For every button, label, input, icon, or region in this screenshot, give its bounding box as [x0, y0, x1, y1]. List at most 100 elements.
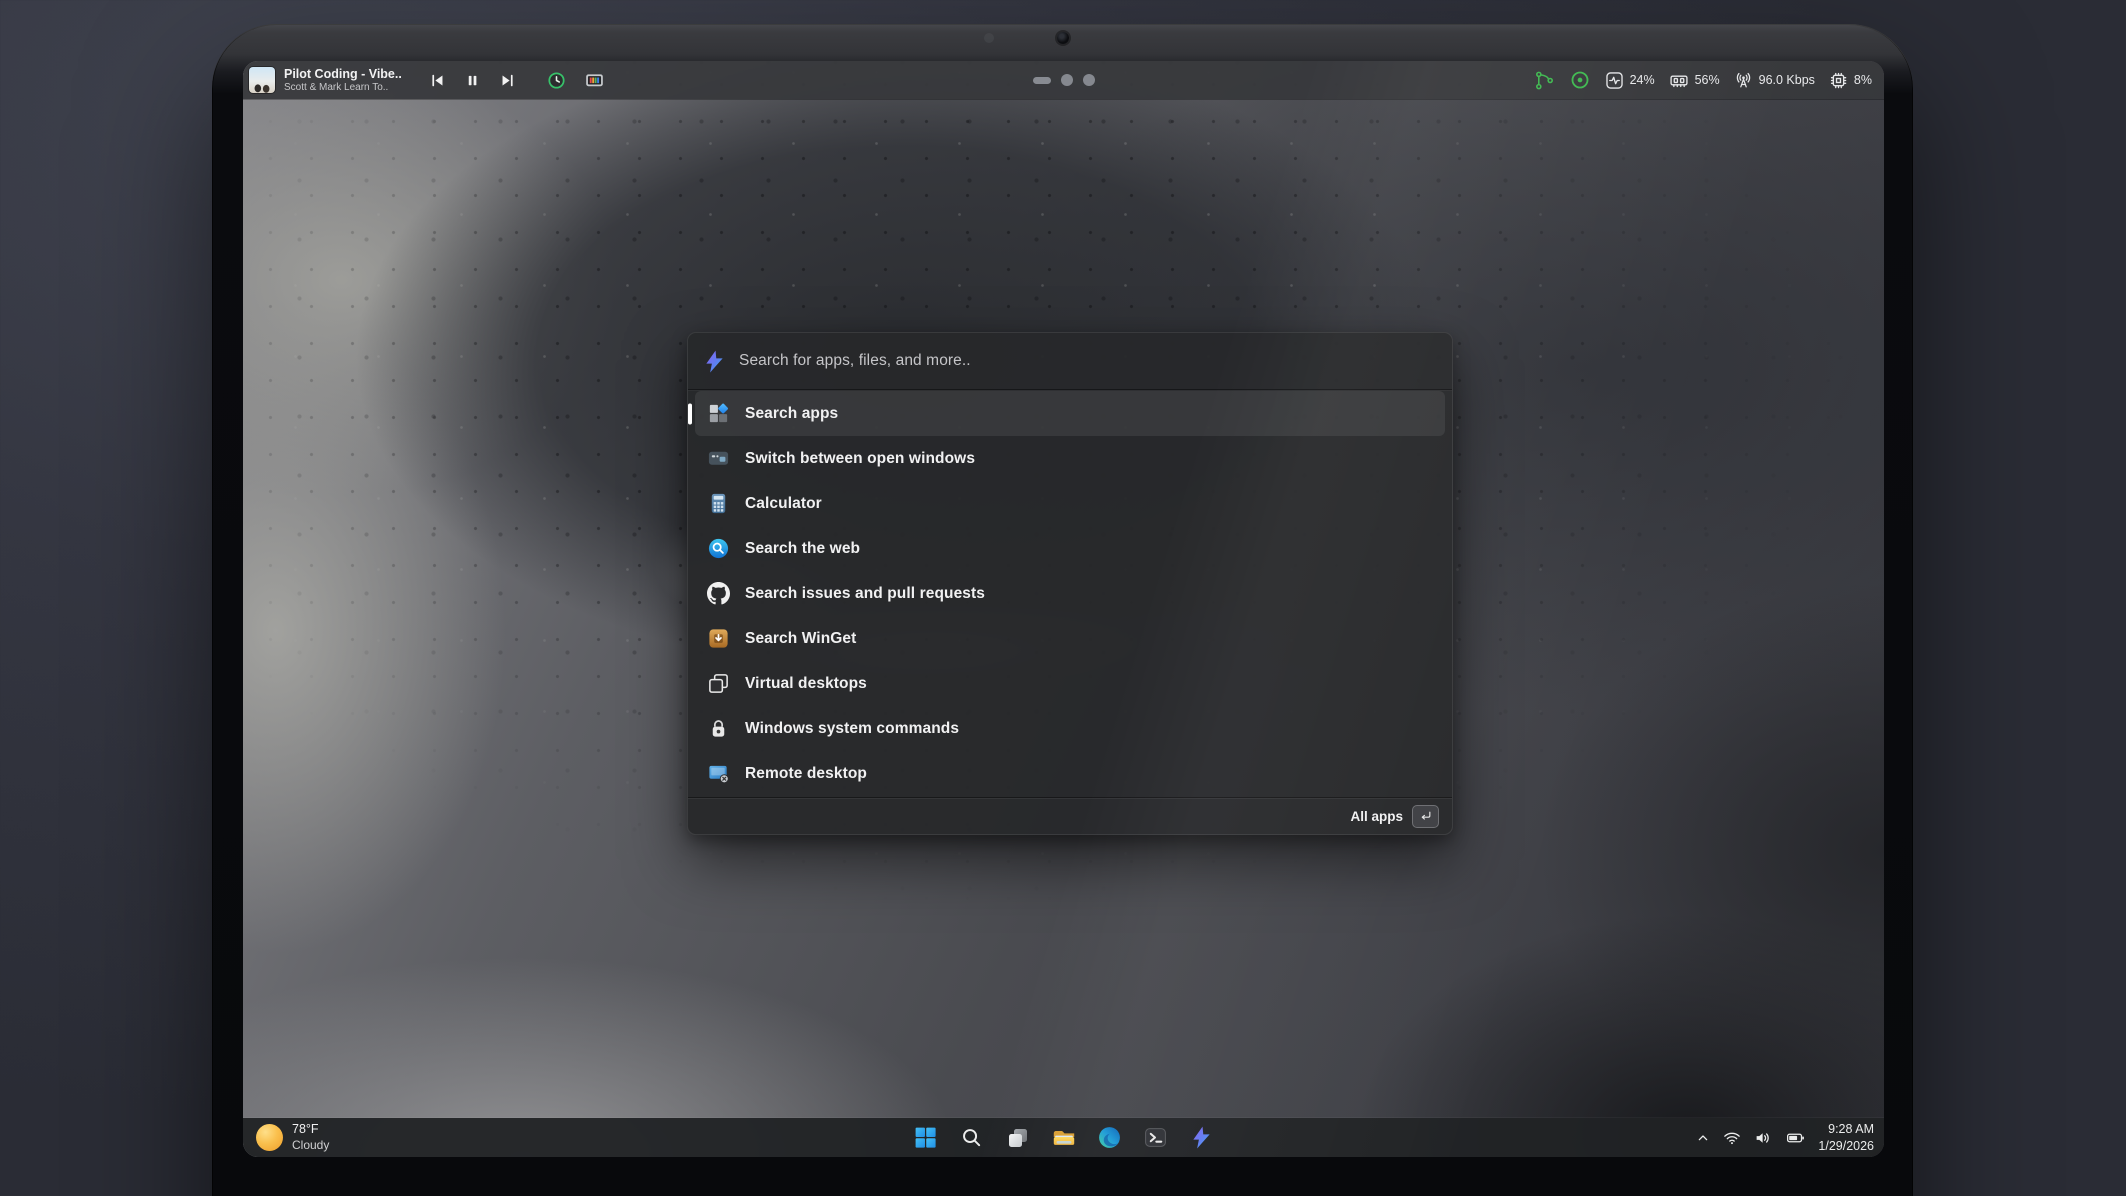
laptop-frame: Pilot Coding - Vibe.. Scott & Mark Learn…: [212, 24, 1913, 1196]
taskbar-center: [911, 1118, 1217, 1157]
memory-icon: [1669, 71, 1689, 90]
taskbar-task-view-button[interactable]: [1003, 1122, 1033, 1154]
media-display-icon[interactable]: [583, 70, 606, 91]
list-item-label: Switch between open windows: [745, 450, 975, 468]
workspace-dot[interactable]: [1061, 74, 1073, 86]
media-text: Pilot Coding - Vibe.. Scott & Mark Learn…: [284, 67, 402, 94]
winget-icon: [707, 627, 730, 650]
taskbar-terminal-button[interactable]: [1141, 1122, 1171, 1154]
weather-widget[interactable]: 78°F Cloudy: [256, 1118, 329, 1157]
next-icon: [499, 72, 516, 89]
list-item-label: Search the web: [745, 540, 860, 558]
cpu-value: 8%: [1854, 73, 1872, 87]
pause-icon: [465, 72, 480, 89]
previous-icon: [429, 72, 446, 89]
palette-footer: All apps: [688, 798, 1452, 834]
list-item-label: Search WinGet: [745, 630, 856, 648]
powertoys-bolt-icon: [1189, 1125, 1214, 1150]
enter-key-icon: [1412, 805, 1439, 828]
folder-icon: [1051, 1126, 1077, 1149]
list-item[interactable]: Switch between open windows: [695, 436, 1445, 481]
all-apps-label: All apps: [1350, 809, 1403, 824]
system-tray: 9:28 AM 1/29/2026: [1695, 1118, 1874, 1157]
search-placeholder: Search for apps, files, and more..: [739, 352, 971, 370]
media-subtitle: Scott & Mark Learn To..: [284, 82, 402, 94]
list-item-label: Virtual desktops: [745, 675, 867, 693]
workspace-dot[interactable]: [1083, 74, 1095, 86]
result-list: Search apps Switch between open windows …: [688, 391, 1452, 796]
remote-desktop-icon: [707, 762, 730, 785]
previous-track-button[interactable]: [425, 66, 451, 94]
network-icon: [1734, 71, 1753, 90]
taskbar: 78°F Cloudy: [243, 1118, 1884, 1157]
wifi-icon[interactable]: [1722, 1129, 1742, 1147]
all-apps-button[interactable]: All apps: [1350, 805, 1439, 828]
list-item-label: Search issues and pull requests: [745, 585, 985, 603]
volume-icon[interactable]: [1753, 1129, 1773, 1147]
memory-stat: 56%: [1669, 71, 1720, 90]
tray-date: 1/29/2026: [1818, 1138, 1874, 1154]
screen: Pilot Coding - Vibe.. Scott & Mark Learn…: [243, 61, 1884, 1157]
list-item-label: Calculator: [745, 495, 822, 513]
search-input[interactable]: Search for apps, files, and more..: [688, 333, 1452, 390]
system-stats: 24% 56% 96.0 Kbps: [1534, 61, 1872, 99]
virtual-desktops-icon: [707, 672, 730, 695]
cpu-stat: 8%: [1829, 71, 1872, 90]
task-view-icon: [1006, 1126, 1030, 1150]
list-item[interactable]: Windows system commands: [695, 706, 1445, 751]
list-item[interactable]: Calculator: [695, 481, 1445, 526]
list-item[interactable]: Virtual desktops: [695, 661, 1445, 706]
flow-icon: [1534, 70, 1555, 91]
apps-icon: [707, 402, 730, 425]
pause-button[interactable]: [460, 66, 486, 94]
search-icon: [960, 1126, 983, 1149]
network-value: 96.0 Kbps: [1759, 73, 1815, 87]
taskbar-powertoys-button[interactable]: [1187, 1122, 1217, 1154]
webcam: [1057, 32, 1069, 44]
taskbar-edge-button[interactable]: [1095, 1122, 1125, 1154]
terminal-icon: [1143, 1125, 1168, 1150]
record-icon: [1569, 69, 1591, 91]
workspace-indicator[interactable]: [1033, 61, 1095, 99]
media-widget[interactable]: Pilot Coding - Vibe.. Scott & Mark Learn…: [249, 61, 606, 99]
system-top-bar: Pilot Coding - Vibe.. Scott & Mark Learn…: [243, 61, 1884, 99]
list-item[interactable]: Search issues and pull requests: [695, 571, 1445, 616]
edge-icon: [1097, 1125, 1122, 1150]
chevron-up-icon[interactable]: [1695, 1130, 1711, 1146]
cpu-activity-stat: 24%: [1605, 71, 1655, 90]
list-item[interactable]: Remote desktop: [695, 751, 1445, 796]
next-track-button[interactable]: [495, 66, 521, 94]
list-item[interactable]: Search WinGet: [695, 616, 1445, 661]
cpu-icon: [1829, 71, 1848, 90]
command-palette: Search for apps, files, and more.. Searc…: [687, 332, 1453, 835]
taskbar-file-explorer-button[interactable]: [1049, 1122, 1079, 1154]
activity-value: 24%: [1630, 73, 1655, 87]
calculator-icon: [707, 492, 730, 515]
weather-temperature: 78°F: [292, 1122, 329, 1138]
lock-icon: [707, 717, 730, 740]
selection-indicator: [688, 403, 692, 424]
list-item[interactable]: Search apps: [695, 391, 1445, 436]
clock[interactable]: 9:28 AM 1/29/2026: [1818, 1121, 1874, 1154]
battery-icon[interactable]: [1784, 1129, 1807, 1147]
timer-icon[interactable]: [546, 70, 567, 91]
media-title: Pilot Coding - Vibe..: [284, 67, 402, 82]
weather-condition: Cloudy: [292, 1138, 329, 1153]
network-stat: 96.0 Kbps: [1734, 71, 1815, 90]
album-art: [249, 67, 275, 93]
activity-icon: [1605, 71, 1624, 90]
powertoys-bolt-icon: [702, 349, 727, 374]
window-switch-icon: [707, 447, 730, 470]
github-icon: [707, 582, 730, 605]
sensor-dot: [984, 33, 994, 43]
list-item[interactable]: Search the web: [695, 526, 1445, 571]
workspace-pill[interactable]: [1033, 77, 1051, 84]
list-item-label: Remote desktop: [745, 765, 867, 783]
windows-icon: [913, 1125, 938, 1150]
taskbar-start-button[interactable]: [911, 1122, 941, 1154]
memory-value: 56%: [1695, 73, 1720, 87]
tray-time: 9:28 AM: [1818, 1121, 1874, 1137]
sun-icon: [256, 1124, 283, 1151]
taskbar-search-button[interactable]: [957, 1122, 987, 1154]
list-item-label: Windows system commands: [745, 720, 959, 738]
